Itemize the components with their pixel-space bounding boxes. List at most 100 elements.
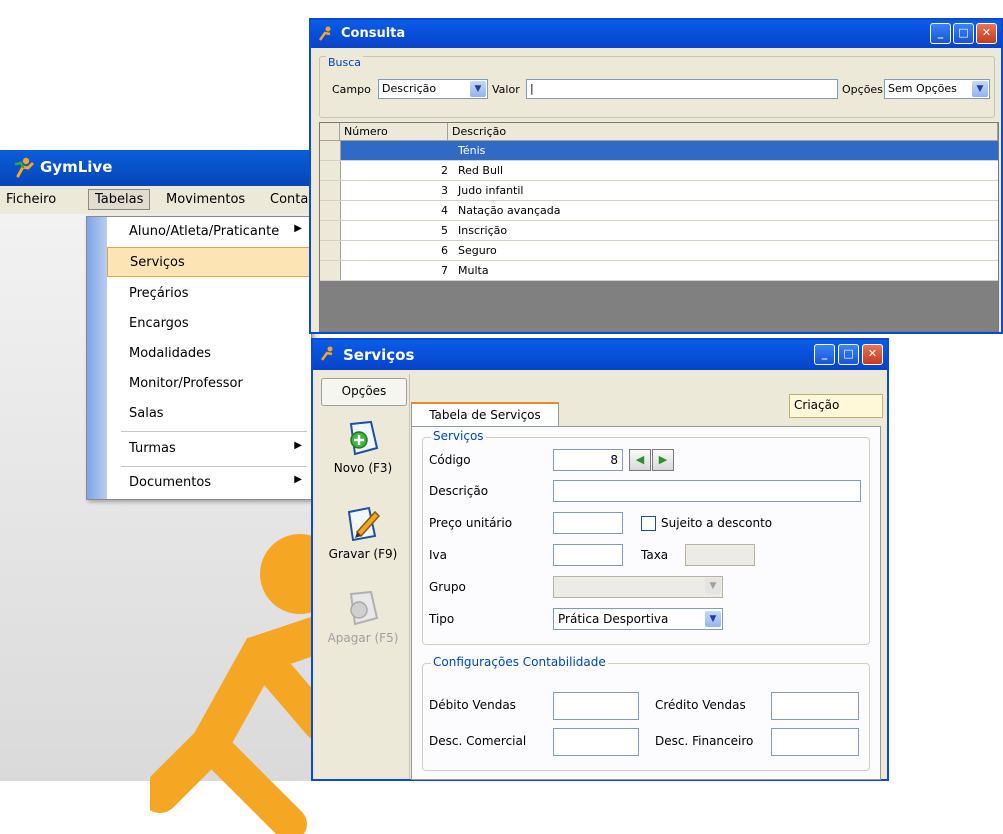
options-sidebar: Opções Novo (F3) Gravar (F9) Apagar (F5): [317, 374, 410, 779]
menu-item-modalidades[interactable]: Modalidades: [107, 339, 310, 369]
mode-badge: Criação: [789, 394, 883, 418]
close-button[interactable]: ✕: [976, 23, 997, 44]
novo-button[interactable]: Novo (F3): [317, 418, 409, 475]
consulta-titlebar: Consulta _ □ ✕: [311, 20, 1001, 48]
grupo-select: ▼: [553, 576, 723, 598]
desconto-checkbox[interactable]: [641, 516, 656, 531]
column-header-numero[interactable]: Número: [340, 123, 448, 141]
results-grid: Número Descrição Ténis 2 Red Bull 3 Judo…: [319, 122, 999, 332]
grupo-label: Grupo: [429, 580, 466, 594]
table-row[interactable]: 6 Seguro: [320, 241, 998, 261]
tipo-select[interactable]: Prática Desportiva ▼: [553, 608, 723, 630]
app-window-icon: [318, 26, 331, 41]
debito-label: Débito Vendas: [429, 698, 516, 712]
consulta-window: Consulta _ □ ✕ Busca Campo Descrição ▼ V…: [309, 18, 1003, 334]
taxa-field: [685, 544, 755, 566]
tipo-label: Tipo: [429, 612, 455, 626]
menu-item-servicos[interactable]: Serviços: [107, 247, 310, 277]
campo-select[interactable]: Descrição ▼: [378, 79, 488, 99]
menu-tabelas[interactable]: Tabelas: [88, 189, 151, 210]
table-row[interactable]: 7 Multa: [320, 261, 998, 281]
chevron-down-icon: ▼: [972, 81, 988, 97]
minimize-button[interactable]: _: [930, 23, 951, 44]
menu-item-documentos[interactable]: Documentos ▶: [107, 468, 310, 498]
tab-panel: Serviços Código 8 ◀ ▶ Descrição Preço un…: [411, 426, 881, 780]
preco-label: Preço unitário: [429, 516, 513, 530]
contabilidade-group: Configurações Contabilidade Débito Venda…: [422, 655, 870, 771]
campo-label: Campo: [332, 83, 371, 96]
opcoes-select[interactable]: Sem Opções ▼: [884, 79, 990, 99]
chevron-down-icon: ▼: [705, 578, 721, 594]
app-title: GymLive: [40, 158, 113, 176]
edit-pencil-icon: [347, 506, 381, 542]
valor-label: Valor: [492, 83, 520, 96]
new-document-icon: [349, 420, 379, 456]
iva-field[interactable]: [553, 544, 623, 566]
app-window-icon: [320, 346, 333, 361]
table-row[interactable]: 4 Natação avançada: [320, 201, 998, 221]
menu-item-monitor[interactable]: Monitor/Professor: [107, 369, 310, 399]
iva-label: Iva: [429, 548, 447, 562]
opcoes-label: Opções: [842, 83, 883, 96]
codigo-label: Código: [429, 453, 471, 467]
credito-label: Crédito Vendas: [655, 698, 746, 712]
busca-legend: Busca: [326, 56, 364, 69]
opcoes-button[interactable]: Opções: [321, 378, 407, 406]
valor-input[interactable]: |: [526, 79, 838, 99]
menu-ficheiro[interactable]: Ficheiro: [6, 192, 56, 207]
chevron-down-icon: ▼: [705, 611, 721, 627]
desc-comercial-field[interactable]: [553, 728, 639, 756]
servicos-titlebar: Serviços _ □ ✕: [313, 340, 887, 370]
menu-conta[interactable]: Conta: [270, 192, 308, 207]
runner-logo-icon: [150, 534, 320, 834]
minimize-button[interactable]: _: [814, 344, 835, 365]
menu-separator: [121, 431, 307, 432]
menu-item-salas[interactable]: Salas: [107, 399, 310, 429]
table-row[interactable]: 2 Red Bull: [320, 161, 998, 181]
contabilidade-group-legend: Configurações Contabilidade: [431, 655, 608, 669]
busca-group: Busca Campo Descrição ▼ Valor | Opções S…: [319, 56, 995, 118]
delete-document-icon: [349, 590, 379, 626]
submenu-arrow-icon: ▶: [294, 440, 302, 451]
menu-item-aluno[interactable]: Aluno/Atleta/Praticante ▶: [107, 217, 310, 247]
menu-item-precarios[interactable]: Preçários: [107, 279, 310, 309]
menu-movimentos[interactable]: Movimentos: [166, 192, 245, 207]
descricao-label: Descrição: [429, 484, 489, 498]
menu-separator: [121, 466, 307, 467]
close-button[interactable]: ✕: [862, 344, 883, 365]
taxa-label: Taxa: [641, 548, 669, 562]
table-row[interactable]: 5 Inscrição: [320, 221, 998, 241]
previous-record-icon[interactable]: ◀: [629, 449, 651, 471]
next-record-icon[interactable]: ▶: [652, 449, 674, 471]
menu-item-turmas[interactable]: Turmas ▶: [107, 434, 310, 464]
desc-financeiro-field[interactable]: [771, 728, 859, 756]
descricao-field[interactable]: [553, 480, 861, 502]
app-titlebar: GymLive: [0, 150, 320, 186]
credito-vendas-field[interactable]: [771, 692, 859, 720]
submenu-arrow-icon: ▶: [294, 474, 302, 485]
table-row[interactable]: 3 Judo infantil: [320, 181, 998, 201]
servicos-group: Serviços Código 8 ◀ ▶ Descrição Preço un…: [422, 429, 870, 645]
menu-item-encargos[interactable]: Encargos: [107, 309, 310, 339]
gravar-button[interactable]: Gravar (F9): [317, 504, 409, 561]
maximize-button[interactable]: □: [953, 23, 974, 44]
column-header-descricao[interactable]: Descrição: [448, 123, 998, 141]
preco-field[interactable]: [553, 512, 623, 534]
submenu-arrow-icon: ▶: [294, 223, 302, 234]
servicos-window: Serviços _ □ ✕ Opções Novo (F3) Gravar (…: [311, 338, 889, 781]
gymlive-logo-icon: [14, 157, 34, 178]
chevron-down-icon: ▼: [470, 81, 486, 97]
debito-vendas-field[interactable]: [553, 692, 639, 720]
desc-comercial-label: Desc. Comercial: [429, 734, 527, 748]
tab-tabela-servicos[interactable]: Tabela de Serviços: [411, 402, 559, 428]
servicos-group-legend: Serviços: [431, 429, 486, 443]
apagar-button[interactable]: Apagar (F5): [317, 588, 409, 645]
servicos-title: Serviços: [343, 346, 415, 364]
desc-financeiro-label: Desc. Financeiro: [655, 734, 754, 748]
maximize-button[interactable]: □: [838, 344, 859, 365]
grid-corner: [320, 123, 340, 141]
consulta-title: Consulta: [341, 26, 406, 41]
codigo-field[interactable]: 8: [553, 449, 623, 471]
table-row[interactable]: Ténis: [320, 141, 998, 161]
tabelas-dropdown-menu: Aluno/Atleta/Praticante ▶ Serviços Preçá…: [86, 216, 312, 500]
